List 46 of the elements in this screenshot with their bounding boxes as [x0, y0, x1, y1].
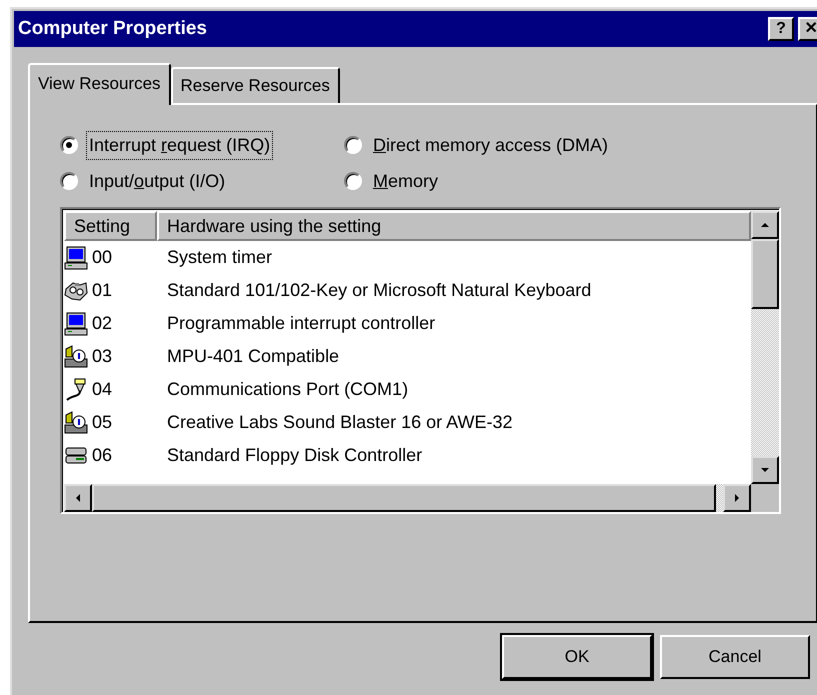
- radio-label[interactable]: Direct memory access (DMA): [370, 130, 612, 160]
- hardware-cell[interactable]: System timer: [157, 244, 272, 271]
- help-button[interactable]: ?: [768, 17, 794, 41]
- hardware-cell[interactable]: Programmable interrupt controller: [157, 310, 436, 337]
- hardware-cell[interactable]: Standard 101/102-Key or Microsoft Natural Keyboard: [157, 277, 592, 304]
- computer-icon: [64, 312, 88, 336]
- sound-card-icon: [64, 344, 88, 368]
- radio-button[interactable]: [60, 136, 78, 154]
- radio-label[interactable]: Input/output (I/O): [86, 166, 228, 196]
- setting-cell[interactable]: 01: [92, 277, 112, 304]
- setting-cell[interactable]: 00: [92, 244, 112, 271]
- setting-cell[interactable]: 04: [92, 376, 112, 403]
- vertical-scrollbar[interactable]: [751, 211, 779, 484]
- setting-cell[interactable]: 06: [92, 442, 112, 469]
- computer-icon: [64, 246, 88, 270]
- sound-card-icon: [64, 410, 88, 434]
- scroll-thumb[interactable]: [751, 239, 779, 309]
- hardware-cell[interactable]: MPU-401 Compatible: [157, 343, 340, 370]
- scroll-up-button[interactable]: [751, 211, 779, 239]
- scroll-right-button[interactable]: [723, 484, 751, 512]
- scrollbar-corner: [751, 484, 779, 512]
- setting-cell[interactable]: 02: [92, 310, 112, 337]
- ok-button[interactable]: OK: [502, 635, 652, 679]
- column-header[interactable]: Hardware using the setting: [157, 211, 751, 241]
- column-header[interactable]: Setting: [64, 211, 157, 241]
- arrow-up-icon: [760, 220, 770, 230]
- arrow-down-icon: [760, 465, 770, 475]
- arrow-right-icon: [732, 493, 742, 503]
- setting-cell[interactable]: 05: [92, 409, 112, 436]
- hardware-cell[interactable]: Creative Labs Sound Blaster 16 or AWE-32: [157, 409, 513, 436]
- setting-cell[interactable]: 03: [92, 343, 112, 370]
- hardware-cell[interactable]: Standard Floppy Disk Controller: [157, 442, 422, 469]
- port-icon: [64, 378, 88, 402]
- radio-button[interactable]: [344, 172, 362, 190]
- radio-button[interactable]: [60, 172, 78, 190]
- tab[interactable]: View Resources: [28, 63, 171, 105]
- radio-label[interactable]: Interrupt request (IRQ): [86, 130, 274, 160]
- tab[interactable]: Reserve Resources: [170, 67, 340, 103]
- scroll-down-button[interactable]: [751, 456, 779, 484]
- radio-button[interactable]: [344, 136, 362, 154]
- cancel-button[interactable]: Cancel: [660, 635, 810, 679]
- hardware-cell[interactable]: Communications Port (COM1): [157, 376, 408, 403]
- window-title: Computer Properties: [18, 16, 207, 41]
- scroll-left-button[interactable]: [64, 484, 92, 512]
- radio-label[interactable]: Memory: [370, 166, 442, 196]
- close-button[interactable]: ✕: [798, 17, 817, 41]
